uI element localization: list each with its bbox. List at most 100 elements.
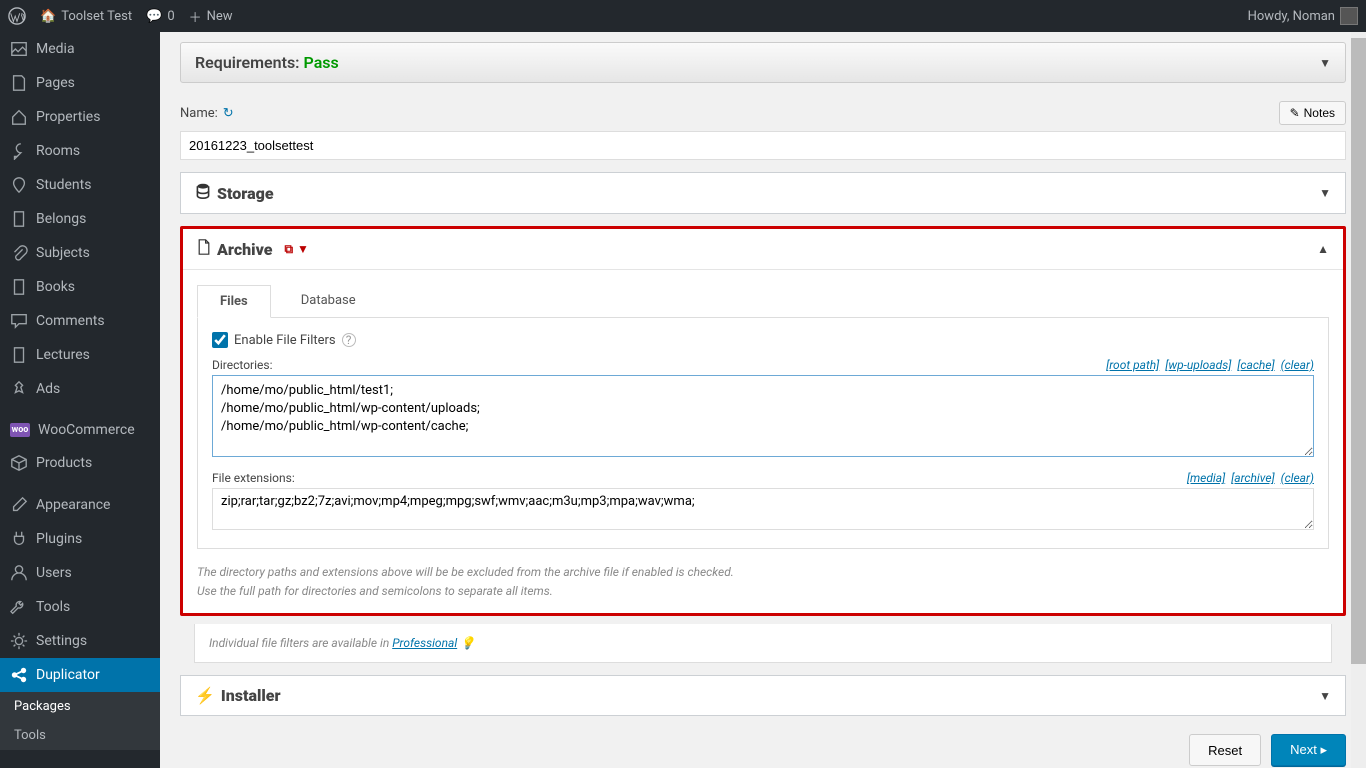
bolt-icon: ⚡ (195, 686, 215, 705)
menu-icon (10, 108, 28, 126)
archive-link[interactable]: [archive] (1231, 471, 1274, 485)
sidebar-item-belongs[interactable]: Belongs (0, 202, 160, 236)
reset-button[interactable]: Reset (1189, 734, 1261, 766)
directories-textarea[interactable] (212, 375, 1314, 457)
menu-icon (10, 210, 28, 228)
professional-link[interactable]: Professional (392, 636, 457, 650)
sidebar-item-label: Appearance (36, 497, 110, 513)
user-menu[interactable]: Howdy, Noman (1248, 7, 1358, 25)
sidebar-sub-packages[interactable]: Packages (0, 692, 160, 721)
archive-header[interactable]: Archive ⧉ ▼ ▲ (183, 229, 1343, 270)
site-link[interactable]: 🏠 Toolset Test (40, 9, 132, 24)
sidebar-item-label: Pages (36, 75, 75, 91)
comment-icon: 💬 (146, 9, 162, 24)
sidebar-item-woocommerce[interactable]: wooWooCommerce (0, 414, 160, 446)
cache-link[interactable]: [cache] (1237, 358, 1274, 372)
files-tab-body: Enable File Filters ? Directories: [root… (197, 318, 1329, 549)
new-link[interactable]: ＋ New (189, 7, 233, 26)
sidebar-item-settings[interactable]: Settings (0, 624, 160, 658)
avatar (1340, 7, 1358, 25)
name-input[interactable] (180, 131, 1346, 160)
sidebar-item-label: Duplicator (36, 667, 100, 683)
database-icon (195, 183, 211, 203)
sidebar-item-label: Books (36, 279, 75, 295)
sidebar-item-pages[interactable]: Pages (0, 66, 160, 100)
sidebar-item-subjects[interactable]: Subjects (0, 236, 160, 270)
chevron-down-icon: ▼ (1319, 56, 1331, 70)
sidebar-item-books[interactable]: Books (0, 270, 160, 304)
sidebar-item-label: Subjects (36, 245, 90, 261)
scrollbar[interactable] (1351, 32, 1366, 768)
menu-icon (10, 564, 28, 582)
next-button[interactable]: Next ▸ (1271, 734, 1346, 766)
sidebar-item-label: Rooms (36, 143, 80, 159)
extensions-textarea[interactable] (212, 488, 1314, 530)
enable-filters-checkbox[interactable] (212, 332, 228, 348)
tab-database[interactable]: Database (279, 285, 378, 318)
sidebar-item-label: Tools (36, 599, 70, 615)
sidebar-item-users[interactable]: Users (0, 556, 160, 590)
name-label: Name: (180, 106, 218, 121)
sidebar-item-label: Belongs (36, 211, 86, 227)
new-label: New (207, 9, 233, 24)
root-path-link[interactable]: [root path] (1106, 358, 1159, 372)
extensions-label: File extensions: (212, 471, 295, 485)
copy-icon: ⧉ (284, 242, 293, 257)
sidebar-item-plugins[interactable]: Plugins (0, 522, 160, 556)
sidebar-item-rooms[interactable]: Rooms (0, 134, 160, 168)
sidebar-item-ads[interactable]: Ads (0, 372, 160, 406)
clear-ext-link[interactable]: (clear) (1281, 471, 1314, 485)
menu-icon (10, 244, 28, 262)
installer-header[interactable]: ⚡ Installer ▼ (181, 676, 1345, 715)
filter-icon: ▼ (297, 242, 309, 257)
menu-icon (10, 278, 28, 296)
sidebar-item-lectures[interactable]: Lectures (0, 338, 160, 372)
sidebar-item-properties[interactable]: Properties (0, 100, 160, 134)
menu-icon (10, 496, 28, 514)
help-icon[interactable]: ? (342, 333, 356, 347)
hint-text: The directory paths and extensions above… (183, 563, 1343, 601)
sidebar-item-label: Users (36, 565, 72, 581)
chevron-down-icon: ▼ (1319, 186, 1331, 200)
chevron-up-icon: ▲ (1317, 242, 1329, 256)
archive-tabs: Files Database (197, 284, 1329, 318)
sidebar-item-media[interactable]: Media (0, 32, 160, 66)
enable-filters-label: Enable File Filters (234, 333, 336, 348)
wp-logo[interactable] (8, 7, 26, 25)
chevron-down-icon: ▼ (1319, 689, 1331, 703)
storage-header[interactable]: Storage ▼ (181, 173, 1345, 213)
requirements-panel-header[interactable]: Requirements: Pass ▼ (180, 42, 1346, 83)
menu-icon (10, 312, 28, 330)
media-link[interactable]: [media] (1187, 471, 1225, 485)
site-title: Toolset Test (61, 9, 132, 24)
installer-panel: ⚡ Installer ▼ (180, 675, 1346, 716)
wp-uploads-link[interactable]: [wp-uploads] (1165, 358, 1231, 372)
tab-files[interactable]: Files (197, 285, 271, 318)
clear-dirs-link[interactable]: (clear) (1281, 358, 1314, 372)
sidebar-item-appearance[interactable]: Appearance (0, 488, 160, 522)
sidebar-item-products[interactable]: Products (0, 446, 160, 480)
comments-link[interactable]: 💬 0 (146, 9, 175, 24)
sidebar-item-label: Properties (36, 109, 100, 125)
sidebar-item-students[interactable]: Students (0, 168, 160, 202)
archive-title: Archive (217, 240, 272, 259)
file-icon (197, 239, 211, 259)
menu-icon (10, 176, 28, 194)
storage-title: Storage (217, 184, 274, 203)
sidebar-item-comments[interactable]: Comments (0, 304, 160, 338)
archive-panel: Archive ⧉ ▼ ▲ Files Database Enable File… (180, 226, 1346, 616)
menu-icon (10, 598, 28, 616)
sidebar-sub-tools[interactable]: Tools (0, 721, 160, 750)
sidebar-item-duplicator[interactable]: Duplicator (0, 658, 160, 692)
sidebar-item-label: Students (36, 177, 91, 193)
menu-icon (10, 454, 28, 472)
notes-button[interactable]: ✎ Notes (1279, 101, 1346, 125)
sidebar-item-label: Products (36, 455, 92, 471)
sidebar-item-label: WooCommerce (38, 422, 135, 438)
sidebar-item-tools[interactable]: Tools (0, 590, 160, 624)
refresh-icon[interactable]: ↻ (223, 106, 234, 121)
home-icon: 🏠 (40, 9, 56, 24)
sidebar-item-label: Comments (36, 313, 105, 329)
howdy-text: Howdy, Noman (1248, 9, 1335, 24)
sidebar-item-label: Settings (36, 633, 87, 649)
